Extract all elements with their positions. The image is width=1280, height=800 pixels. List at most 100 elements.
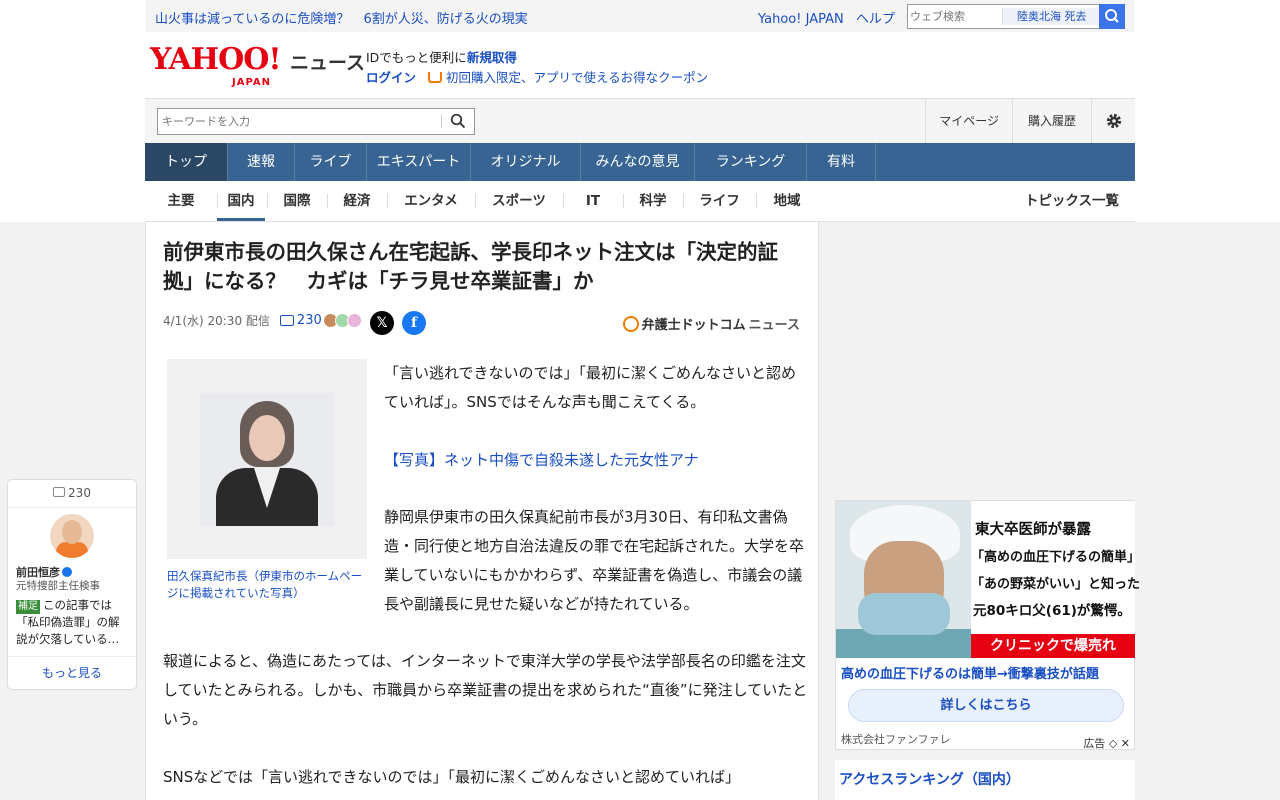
subnav-tab-local[interactable]: 地域 — [756, 181, 818, 221]
sub-nav-items: 主要 国内 国際 経済 エンタメ スポーツ IT 科学 ライフ 地域 — [145, 181, 818, 221]
nav-tab-top[interactable]: トップ — [145, 143, 228, 181]
subnav-tab-life[interactable]: ライフ — [683, 181, 756, 221]
nav-tab-breaking[interactable]: 速報 — [228, 143, 295, 181]
widget-comment-count[interactable]: 230 — [8, 486, 136, 500]
nav-tab-expert[interactable]: エキスパート — [367, 143, 471, 181]
subnav-tab-world[interactable]: 国際 — [267, 181, 327, 221]
web-search-box: 陸奥北海 死去 — [907, 4, 1125, 29]
keyword-input[interactable] — [162, 114, 434, 129]
search-icon — [1105, 9, 1119, 23]
coupon-link[interactable]: 初回購入限定、アプリで使えるお得なクーポン — [446, 70, 708, 85]
yahoo-japan-link[interactable]: Yahoo! JAPAN — [758, 12, 844, 27]
ad-line: 「高めの血圧下げるの簡単」 — [971, 550, 1141, 565]
comment-icon — [279, 315, 294, 326]
provider-logo[interactable]: 弁護士ドットコム ニュース — [622, 314, 800, 333]
history-link[interactable]: 購入履歴 — [1011, 99, 1091, 143]
ad-text-panel: 東大卒医師が暴露 「高めの血圧下げるの簡単」 「あの野菜がいい」と知った 元80… — [971, 501, 1141, 658]
article-paragraph: 「言い逃れできないのでは」「最初に潔くごめんなさいと認めていれば」。SNSではそ… — [384, 364, 797, 411]
login-link[interactable]: ログイン — [366, 70, 416, 85]
id-promo-text: IDでもっと便利に — [366, 50, 467, 65]
subnav-tab-entertainment[interactable]: エンタメ — [387, 181, 475, 221]
article-photo[interactable] — [167, 359, 367, 559]
provider-name: 弁護士ドットコム — [641, 318, 746, 333]
photo-caption[interactable]: 田久保真紀市長（伊東市のホームページに掲載されていた写真） — [167, 568, 367, 602]
nav-tab-opinions[interactable]: みんなの意見 — [581, 143, 695, 181]
search-icon[interactable] — [450, 113, 466, 129]
provider-suffix: ニュース — [748, 318, 800, 333]
facebook-share-icon[interactable]: f — [402, 311, 426, 335]
avatar[interactable] — [50, 514, 94, 558]
widget-count-text: 230 — [68, 486, 91, 500]
login-line: ログイン 初回購入限定、アプリで使えるお得なクーポン — [366, 67, 708, 86]
subnav-tab-sports[interactable]: スポーツ — [475, 181, 563, 221]
nav-tab-live[interactable]: ライブ — [295, 143, 367, 181]
comment-icon — [53, 487, 66, 497]
article-paragraph: 静岡県伊東市の田久保真紀前市長が3月30日、有印私文書偽造・同行使と地方自治法違… — [384, 508, 805, 613]
ad-line: 東大卒医師が暴露 — [975, 522, 1091, 538]
adchoices-icon[interactable]: ◇ — [1109, 737, 1117, 750]
account-links: マイページ 購入履歴 — [925, 99, 1135, 143]
access-ranking: アクセスランキング（国内） — [835, 760, 1135, 800]
close-icon[interactable]: ✕ — [1121, 737, 1130, 750]
article-date: 4/1(水) 20:30 — [163, 314, 243, 328]
logo-row: YAHOO! JAPAN ニュース IDでもっと便利に新規取得 ログイン 初回購… — [145, 32, 1135, 98]
logo-sub: JAPAN — [232, 77, 271, 88]
subnav-tab-domestic[interactable]: 国内 — [217, 181, 265, 221]
article-meta: 4/1(水) 20:30 配信 230 — [163, 312, 362, 329]
verified-icon — [62, 567, 72, 577]
trending-keyword[interactable]: 陸奥北海 死去 — [1002, 8, 1098, 25]
portrait-image — [200, 393, 334, 526]
nav-tab-original[interactable]: オリジナル — [471, 143, 581, 181]
web-search-input[interactable] — [910, 8, 1002, 25]
advertisement[interactable]: 東大卒医師が暴露 「高めの血圧下げるの簡単」 「あの野菜がいい」と知った 元80… — [835, 500, 1141, 751]
comment-link[interactable]: 230 — [279, 313, 362, 328]
mypage-link[interactable]: マイページ — [925, 99, 1012, 143]
provider-icon — [622, 315, 639, 332]
sub-nav: 主要 国内 国際 経済 エンタメ スポーツ IT 科学 ライフ 地域 トピックス… — [145, 181, 1135, 222]
expert-role: 元特捜部主任検事 — [16, 580, 100, 592]
signup-link[interactable]: 新規取得 — [467, 50, 517, 65]
subnav-tab-economy[interactable]: 経済 — [327, 181, 387, 221]
id-promo: IDでもっと便利に新規取得 — [366, 47, 517, 66]
ranking-title[interactable]: アクセスランキング（国内） — [839, 769, 1020, 789]
cart-icon — [428, 72, 442, 83]
subnav-tab-main[interactable]: 主要 — [147, 181, 215, 221]
ad-image — [836, 501, 971, 658]
comment-tag: 補足 — [16, 600, 40, 614]
main-nav: トップ 速報 ライブ エキスパート オリジナル みんなの意見 ランキング 有料 — [145, 143, 1135, 181]
nav-tab-paid[interactable]: 有料 — [807, 143, 876, 181]
commenter-avatars — [322, 313, 362, 328]
expert-comment[interactable]: 補足 この記事では「私印偽造罪」の解説が欠落している… — [16, 597, 130, 648]
see-more-link[interactable]: もっと見る — [8, 664, 136, 681]
article-title: 前伊東市長の田久保さん在宅起訴、学長印ネット注文は「決定的証拠」になる？ カギは… — [163, 240, 778, 293]
ad-label-text: 広告 — [1083, 737, 1106, 750]
article-paragraph: SNSなどでは「言い逃れできないのでは」「最初に潔くごめんなさいと認めていれば」 — [163, 768, 741, 786]
nav-tab-ranking[interactable]: ランキング — [695, 143, 807, 181]
article-delivered: 配信 — [245, 314, 270, 328]
ad-cta-button[interactable]: 詳しくはこちら — [848, 689, 1124, 722]
ad-sponsor: 株式会社ファンファレ — [841, 733, 951, 746]
x-share-icon[interactable]: 𝕏 — [370, 311, 394, 335]
yahoo-logo[interactable]: YAHOO! JAPAN — [150, 42, 285, 89]
web-search-button[interactable] — [1099, 4, 1125, 29]
subnav-tab-science[interactable]: 科学 — [623, 181, 683, 221]
top-headline-link[interactable]: 6割が人災、防げる火の現実 — [364, 12, 528, 27]
share-buttons: 𝕏 f — [370, 311, 434, 335]
logo-service[interactable]: ニュース — [290, 48, 365, 75]
top-links: Yahoo! JAPAN ヘルプ — [758, 8, 903, 27]
search-row: マイページ 購入履歴 — [145, 98, 1135, 143]
ad-label[interactable]: 広告 ◇ ✕ — [1083, 735, 1130, 751]
logo-brand: YAHOO! — [150, 42, 282, 77]
search-divider — [441, 115, 442, 128]
ad-headline[interactable]: 高めの血圧下げるのは簡単→衝撃裏技が話題 — [841, 663, 1099, 682]
comment-count: 230 — [296, 313, 322, 328]
photo-link[interactable]: 【写真】ネット中傷で自殺未遂した元女性アナ — [384, 446, 804, 475]
help-link[interactable]: ヘルプ — [856, 12, 895, 27]
ad-line: 「あの野菜がいい」と知った — [971, 577, 1141, 592]
topics-list-link[interactable]: トピックス一覧 — [1025, 181, 1119, 221]
subnav-tab-it[interactable]: IT — [563, 181, 623, 221]
settings-button[interactable] — [1091, 99, 1135, 143]
top-headline-link[interactable]: 山火事は減っているのに危険増？ — [155, 12, 349, 27]
ad-red-banner: クリニックで爆売れ — [971, 634, 1135, 658]
keyword-search — [157, 108, 475, 135]
